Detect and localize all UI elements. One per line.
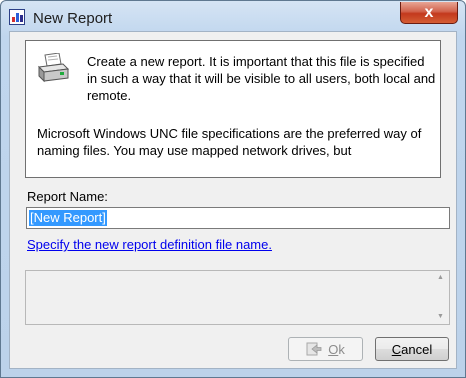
cancel-label-rest: ancel xyxy=(401,341,433,357)
title-bar[interactable]: New Report x xyxy=(1,1,465,35)
help-link[interactable]: Specify the new report definition file n… xyxy=(27,237,272,252)
close-button[interactable]: x xyxy=(400,2,458,24)
cancel-label: Cancel xyxy=(392,342,432,357)
printer-icon xyxy=(37,53,70,83)
info-panel: Create a new report. It is important tha… xyxy=(25,40,441,178)
report-name-value: [New Report] xyxy=(29,210,107,226)
ok-accelerator: O xyxy=(328,341,339,357)
message-area: ▲ ▼ xyxy=(25,270,450,325)
dialog-client-area: Create a new report. It is important tha… xyxy=(9,31,457,369)
message-scrollbar[interactable]: ▲ ▼ xyxy=(432,271,449,324)
report-name-label: Report Name: xyxy=(27,189,108,204)
window-title: New Report xyxy=(33,10,113,27)
ok-arrow-icon xyxy=(306,342,322,356)
dialog-window: New Report x Create a new report. It is … xyxy=(0,0,466,378)
cancel-button[interactable]: Cancel xyxy=(375,337,449,361)
intro-text: Create a new report. It is important tha… xyxy=(87,54,436,103)
cancel-accelerator: C xyxy=(391,341,402,357)
scroll-down-icon[interactable]: ▼ xyxy=(432,310,449,324)
ok-label: Ok xyxy=(328,342,345,357)
ok-label-rest: k xyxy=(338,341,345,357)
scroll-up-icon[interactable]: ▲ xyxy=(432,271,449,285)
ok-button[interactable]: Ok xyxy=(288,337,363,361)
unc-text: Microsoft Windows UNC file specification… xyxy=(37,126,422,158)
close-icon: x xyxy=(424,4,434,21)
report-app-icon xyxy=(9,9,25,25)
report-name-input[interactable]: [New Report] xyxy=(26,207,450,229)
